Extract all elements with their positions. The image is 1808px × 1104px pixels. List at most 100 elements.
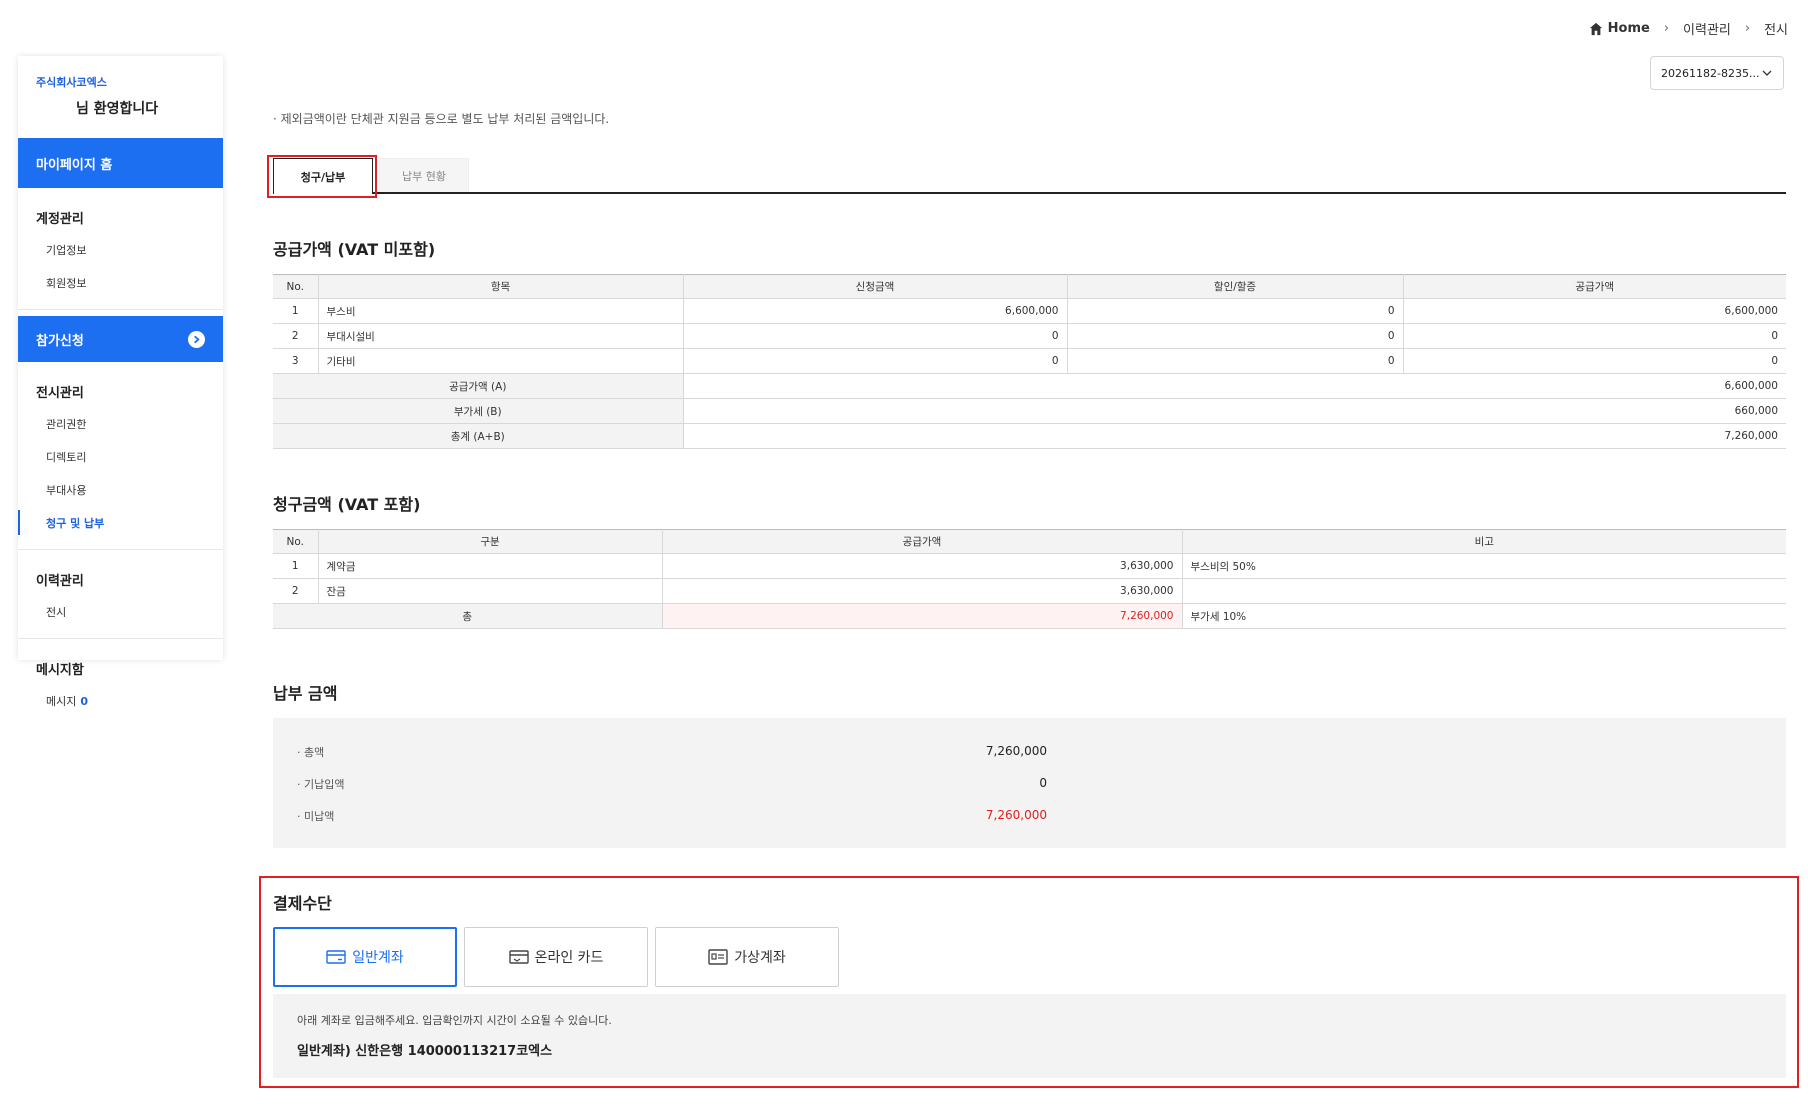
cell-item: 부대시설비	[318, 323, 684, 349]
supply-table: No. 항목 신청금액 할인/할증 공급가액 1 부스비 6,600,000 0…	[273, 274, 1786, 449]
account-info-box: 아래 계좌로 입금해주세요. 입금확인까지 시간이 소요될 수 있습니다. 일반…	[273, 994, 1786, 1078]
col-header: 공급가액	[1403, 274, 1786, 299]
cell-note: 부스비의 50%	[1182, 553, 1786, 579]
table-header-row: No. 항목 신청금액 할인/할증 공급가액	[273, 274, 1786, 299]
cell-type: 계약금	[318, 553, 663, 579]
summary-value: 6,600,000	[683, 373, 1786, 399]
sidebar-item-directory[interactable]: 디렉토리	[18, 440, 223, 473]
chevron-right-icon: ›	[1663, 21, 1670, 36]
sidebar: 주식회사코엑스 님 환영합니다 마이페이지 홈 계정관리 기업정보 회원정보 참…	[18, 56, 223, 708]
col-header: 비고	[1182, 529, 1786, 554]
tab-bar: 청구/납부 납부 현황	[273, 158, 1786, 194]
cell-discount: 0	[1067, 298, 1404, 324]
payment-row-paid: · 기납입액 0	[297, 776, 1047, 792]
messages-count-badge: 0	[80, 695, 89, 708]
deposit-note: 아래 계좌로 입금해주세요. 입금확인까지 시간이 소요될 수 있습니다.	[297, 1014, 612, 1027]
col-header: 신청금액	[683, 274, 1068, 299]
virtual-account-icon	[708, 949, 728, 965]
breadcrumb-exhibit[interactable]: 전시	[1764, 19, 1788, 38]
payment-label: · 기납입액	[297, 778, 345, 791]
sidebar-item-permissions[interactable]: 관리권한	[18, 407, 223, 440]
payment-amount-box: · 총액 7,260,000 · 기납입액 0 · 미납액 7,260,000	[273, 718, 1786, 848]
payment-row-total: · 총액 7,260,000	[297, 744, 1047, 760]
welcome-text: 님 환영합니다	[76, 101, 159, 117]
breadcrumb: Home › 이력관리 › 전시	[1589, 19, 1788, 38]
tab-payment-status[interactable]: 납부 현황	[379, 158, 469, 192]
table-header-row: No. 구분 공급가액 비고	[273, 529, 1786, 554]
summary-value: 660,000	[683, 398, 1786, 424]
summary-row: 부가세 (B) 660,000	[273, 398, 1786, 424]
sidebar-group-history: 이력관리 전시	[18, 550, 223, 639]
sidebar-group-account: 계정관리 기업정보 회원정보	[18, 188, 223, 310]
total-row: 총 7,260,000 부가세 10%	[273, 603, 1786, 629]
summary-label: 총계 (A+B)	[273, 423, 684, 449]
breadcrumb-history[interactable]: 이력관리	[1683, 19, 1731, 38]
cell-request: 0	[683, 323, 1068, 349]
table-row: 2 잔금 3,630,000	[273, 578, 1786, 604]
payment-value: 7,260,000	[985, 744, 1047, 758]
cell-no: 2	[273, 578, 319, 604]
sidebar-item-messages[interactable]: 메시지 0	[18, 684, 223, 717]
summary-value: 7,260,000	[683, 423, 1786, 449]
sidebar-item-exhibit-history[interactable]: 전시	[18, 595, 223, 628]
summary-label: 공급가액 (A)	[273, 373, 684, 399]
notice-text: · 제외금액이란 단체관 지원금 등으로 별도 납부 처리된 금액입니다.	[273, 112, 610, 126]
sidebar-item-facility-use[interactable]: 부대사용	[18, 473, 223, 506]
exhibition-select-value: 20261182-8235...	[1661, 66, 1760, 80]
cell-note	[1182, 578, 1786, 604]
payment-value: 0	[1039, 776, 1047, 790]
cell-no: 2	[273, 323, 319, 349]
method-label: 온라인 카드	[534, 950, 604, 966]
supply-section-title: 공급가액 (VAT 미포함)	[273, 240, 436, 259]
col-header: No.	[273, 274, 319, 299]
cell-discount: 0	[1067, 348, 1404, 374]
sidebar-item-billing[interactable]: 청구 및 납부	[18, 506, 223, 539]
cell-no: 1	[273, 298, 319, 324]
cell-type: 잔금	[318, 578, 663, 604]
sidebar-apply-label: 참가신청	[36, 333, 84, 349]
payment-method-title: 결제수단	[273, 894, 332, 913]
payment-label: · 미납액	[297, 810, 335, 823]
method-bank-transfer-button[interactable]: 일반계좌	[273, 927, 457, 987]
col-header: 구분	[318, 529, 663, 554]
billing-section-title: 청구금액 (VAT 포함)	[273, 495, 421, 514]
col-header: 항목	[318, 274, 684, 299]
sidebar-group-title: 메시지함	[36, 663, 84, 678]
exhibition-select[interactable]: 20261182-8235...	[1650, 56, 1784, 90]
credit-card-icon	[508, 950, 529, 964]
table-row: 1 부스비 6,600,000 0 6,600,000	[273, 298, 1786, 324]
sidebar-item-apply[interactable]: 참가신청	[18, 316, 223, 362]
cell-supply: 0	[1403, 348, 1786, 374]
highlight-box-tab	[267, 155, 377, 198]
messages-label: 메시지	[46, 695, 77, 708]
total-amount: 7,260,000	[662, 603, 1183, 629]
home-icon[interactable]	[1589, 22, 1603, 36]
cell-item: 부스비	[318, 298, 684, 324]
table-row: 3 기타비 0 0 0	[273, 348, 1786, 374]
sidebar-group-messages: 메시지함 메시지 0	[18, 639, 223, 727]
payment-amount-title: 납부 금액	[273, 684, 338, 703]
cell-supply: 6,600,000	[1403, 298, 1786, 324]
summary-label: 부가세 (B)	[273, 398, 684, 424]
payment-label: · 총액	[297, 746, 325, 759]
cell-supply: 0	[1403, 323, 1786, 349]
cell-request: 0	[683, 348, 1068, 374]
chevron-down-icon	[1762, 70, 1772, 76]
company-name: 주식회사코엑스	[36, 76, 107, 89]
sidebar-item-member-info[interactable]: 회원정보	[18, 266, 223, 299]
breadcrumb-home[interactable]: Home	[1608, 21, 1650, 36]
sidebar-item-mypage-home[interactable]: 마이페이지 홈	[18, 138, 223, 188]
method-label: 일반계좌	[352, 950, 404, 966]
col-header: No.	[273, 529, 319, 554]
sidebar-group-title: 전시관리	[36, 386, 84, 401]
total-label: 총	[273, 603, 663, 629]
method-online-card-button[interactable]: 온라인 카드	[464, 927, 648, 987]
cell-amount: 3,630,000	[662, 578, 1183, 604]
sidebar-group-title: 계정관리	[36, 212, 84, 227]
sidebar-item-company-info[interactable]: 기업정보	[18, 233, 223, 266]
cell-no: 1	[273, 553, 319, 579]
method-virtual-account-button[interactable]: 가상계좌	[655, 927, 839, 987]
payment-value: 7,260,000	[985, 808, 1047, 822]
cell-no: 3	[273, 348, 319, 374]
table-row: 1 계약금 3,630,000 부스비의 50%	[273, 553, 1786, 579]
